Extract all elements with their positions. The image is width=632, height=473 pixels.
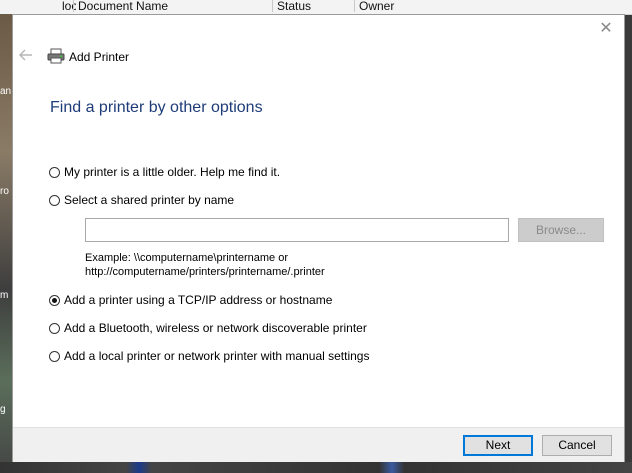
example-text: Example: \\computername\printername or h… (85, 251, 325, 279)
cancel-button[interactable]: Cancel (542, 435, 612, 456)
option-label: Add a Bluetooth, wireless or network dis… (64, 321, 367, 335)
option-label: My printer is a little older. Help me fi… (64, 165, 281, 179)
browse-button[interactable]: Browse... (518, 218, 604, 242)
bg-column-status: Status (272, 0, 357, 12)
radio-button[interactable] (49, 194, 60, 206)
bg-left-label: an (0, 86, 12, 97)
radio-button-selected[interactable] (49, 294, 60, 306)
radio-button[interactable] (49, 322, 60, 334)
back-arrow-icon[interactable] (19, 48, 35, 64)
radio-button[interactable] (49, 350, 60, 362)
add-printer-dialog: ✕ Add Printer Find a printer by other op… (12, 14, 625, 462)
background-taskbar-strip (0, 462, 632, 473)
option-label: Add a local printer or network printer w… (64, 349, 370, 363)
bg-column-document-name: Document Name (73, 0, 274, 12)
option-shared-printer[interactable]: Select a shared printer by name (49, 192, 234, 208)
printer-icon (47, 48, 65, 64)
option-bluetooth-wireless[interactable]: Add a Bluetooth, wireless or network dis… (49, 320, 367, 336)
dialog-titlebar: Add Printer (13, 45, 624, 71)
bg-left-label: ro (0, 186, 9, 197)
shared-printer-name-input[interactable] (85, 218, 509, 242)
example-line-1: Example: \\computername\printername or (85, 252, 288, 264)
dialog-title: Add Printer (69, 50, 130, 64)
example-line-2: http://computername/printers/printername… (85, 266, 325, 278)
close-icon[interactable]: ✕ (596, 19, 616, 39)
background-column-header: loc Document Name Status Owner (0, 0, 632, 15)
option-older-printer[interactable]: My printer is a little older. Help me fi… (49, 164, 280, 180)
bg-left-label: m (0, 290, 9, 301)
page-heading: Find a printer by other options (50, 99, 263, 116)
option-local-manual[interactable]: Add a local printer or network printer w… (49, 348, 369, 364)
option-label: Add a printer using a TCP/IP address or … (64, 293, 333, 307)
bg-column-owner: Owner (354, 0, 399, 12)
option-label: Select a shared printer by name (64, 193, 235, 207)
next-button[interactable]: Next (463, 435, 533, 456)
option-tcpip[interactable]: Add a printer using a TCP/IP address or … (49, 292, 332, 308)
radio-button[interactable] (49, 166, 60, 178)
dialog-footer: Next Cancel (13, 427, 624, 462)
bg-left-label: g (0, 404, 6, 415)
